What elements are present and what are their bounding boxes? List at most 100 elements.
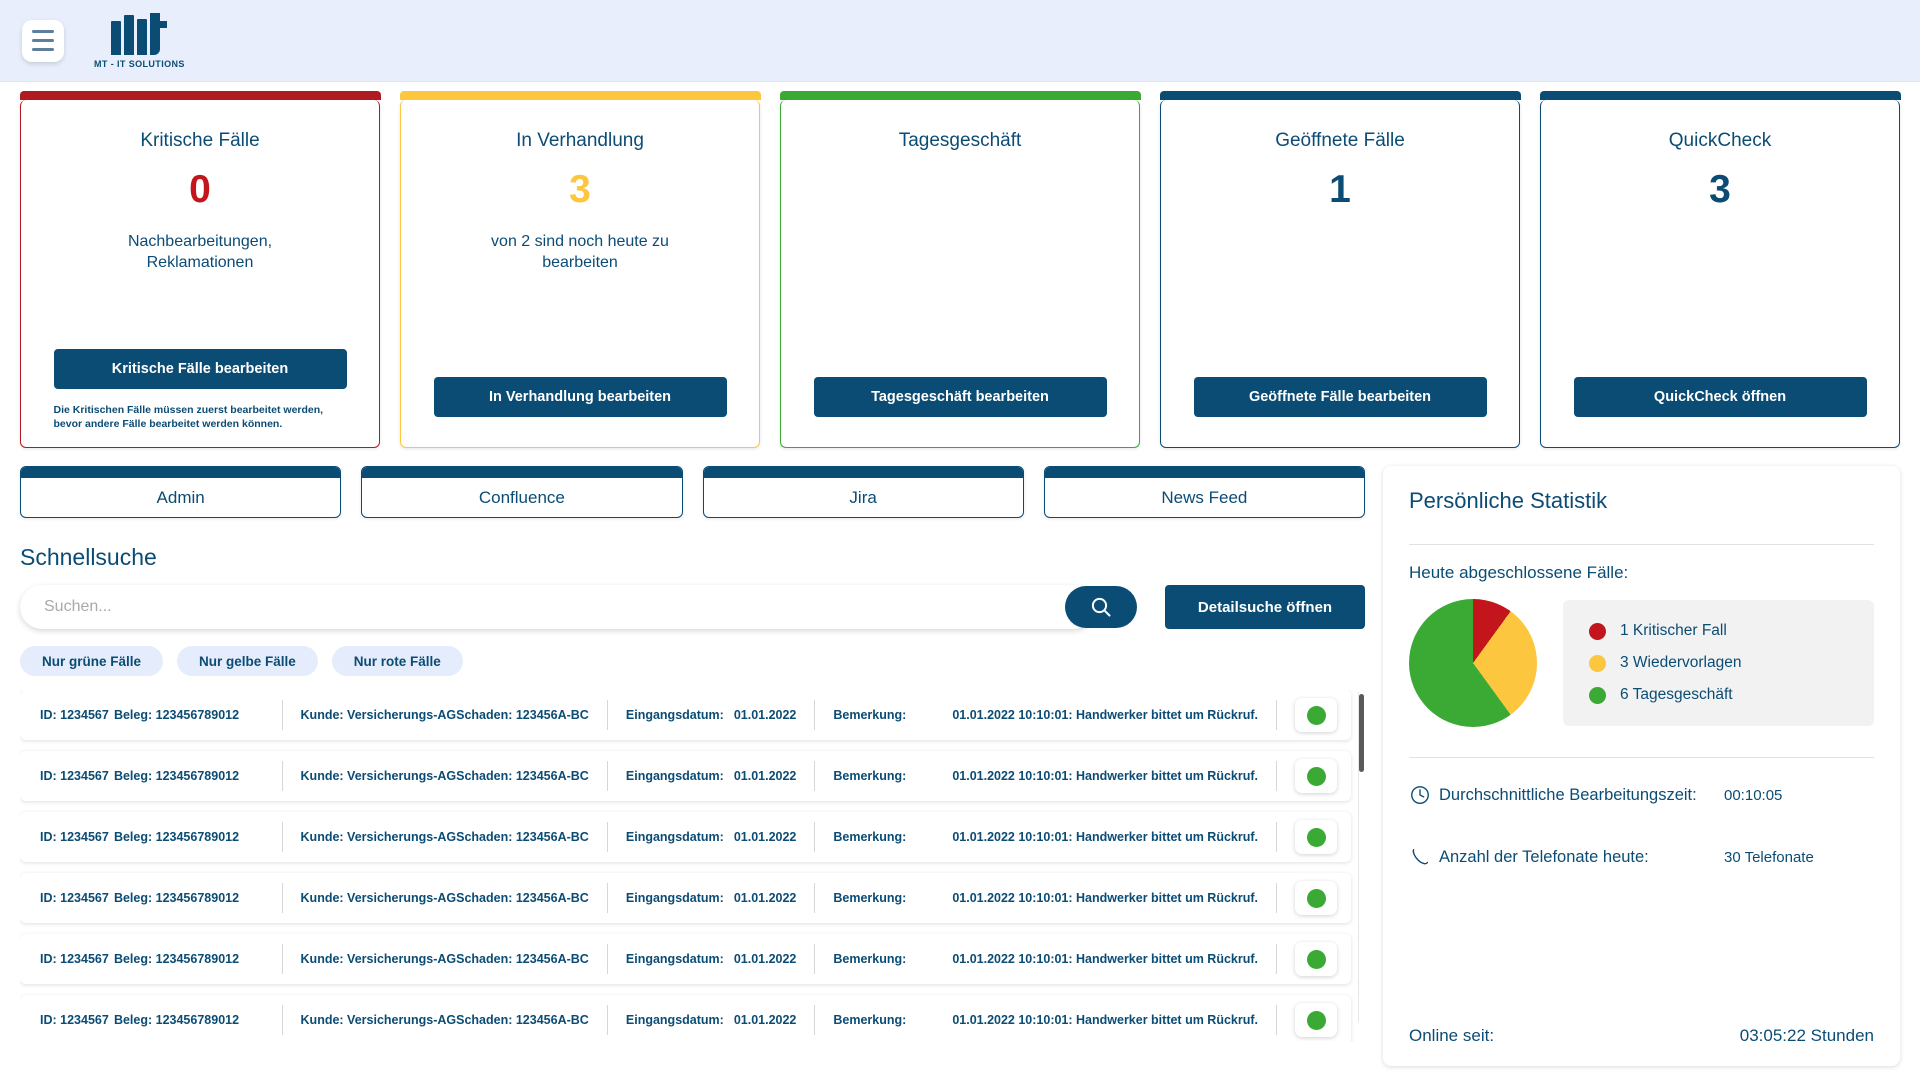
dashboard-page: MT - IT SOLUTIONS Kritische Fälle 0 Nach… — [0, 0, 1920, 1080]
results-list[interactable]: ID: 1234567 Beleg: 123456789012 Kunde: V… — [20, 690, 1365, 1042]
cell-bemerkung: 01.01.2022 10:10:01: Handwerker bittet u… — [952, 1013, 1258, 1027]
logo-wordmark: MT - IT SOLUTIONS — [94, 58, 185, 69]
status-badge[interactable] — [1295, 1003, 1337, 1037]
legend-item: 1 Kritischer Fall — [1589, 622, 1848, 640]
nav-button-confluence[interactable]: Confluence — [361, 466, 683, 518]
cell-kunde: Kunde: Versicherungs-AG — [300, 952, 457, 966]
cell-eingangsdatum: 01.01.2022 — [733, 830, 797, 844]
cell-bemerkung-label: Bemerkung: — [833, 769, 907, 783]
hamburger-menu-icon[interactable] — [22, 19, 64, 62]
kritische-faelle-bearbeiten-button[interactable]: Kritische Fälle bearbeiten — [53, 348, 347, 389]
cell-bemerkung-label: Bemerkung: — [833, 891, 907, 905]
search-input[interactable] — [20, 585, 1095, 629]
filter-chip-rote-faelle[interactable]: Nur rote Fälle — [331, 646, 463, 676]
status-badge[interactable] — [1295, 698, 1337, 732]
right-column: Persönliche Statistik Heute abgeschlosse… — [1383, 466, 1900, 1066]
tagesgeschaeft-bearbeiten-button[interactable]: Tagesgeschäft bearbeiten — [813, 377, 1107, 417]
cell-bemerkung-label: Bemerkung: — [833, 952, 907, 966]
app-header: MT - IT SOLUTIONS — [0, 0, 1920, 82]
card-kritische-faelle: Kritische Fälle 0 Nachbearbeitungen, Rek… — [19, 91, 381, 448]
cell-divider — [281, 761, 283, 791]
cell-id: ID: 1234567 — [40, 708, 109, 722]
cell-schaden: Schaden: 123456A-BC — [456, 1013, 589, 1027]
detailsuche-oeffnen-button[interactable]: Detailsuche öffnen — [1165, 585, 1365, 629]
nav-button-admin[interactable]: Admin — [20, 466, 342, 518]
nav-button-jira[interactable]: Jira — [702, 466, 1024, 518]
cell-eingangsdatum: 01.01.2022 — [733, 891, 797, 905]
status-badge[interactable] — [1295, 759, 1337, 793]
stat-label: Anzahl der Telefonate heute: — [1439, 847, 1649, 866]
logo-bar — [124, 14, 135, 55]
cell-schaden: Schaden: 123456A-BC — [456, 952, 589, 966]
card-tagesgeschaeft: Tagesgeschäft Tagesgeschäft bearbeiten — [779, 91, 1141, 448]
status-badge[interactable] — [1295, 820, 1337, 854]
filter-chip-gruene-faelle[interactable]: Nur grüne Fälle — [20, 646, 164, 676]
cell-divider — [814, 761, 816, 791]
legend-color-swatch — [1589, 686, 1606, 704]
cell-kunde: Kunde: Versicherungs-AG — [300, 708, 457, 722]
stat-row-telefonate: Anzahl der Telefonate heute: 30 Telefona… — [1409, 846, 1874, 868]
cell-beleg: Beleg: 123456789012 — [113, 1013, 240, 1027]
cell-bemerkung: 01.01.2022 10:10:01: Handwerker bittet u… — [952, 769, 1258, 783]
table-row[interactable]: ID: 1234567 Beleg: 123456789012 Kunde: V… — [20, 812, 1351, 862]
cell-divider — [606, 944, 608, 974]
legend-label: 3 Wiedervorlagen — [1620, 654, 1742, 671]
cell-kunde: Kunde: Versicherungs-AG — [300, 769, 457, 783]
pie-chart — [1409, 599, 1537, 727]
status-dot-green — [1306, 888, 1326, 908]
cell-divider — [814, 822, 816, 852]
cell-schaden: Schaden: 123456A-BC — [456, 708, 589, 722]
geoeffnete-faelle-bearbeiten-button[interactable]: Geöffnete Fälle bearbeiten — [1193, 377, 1487, 417]
filter-chip-gelbe-faelle[interactable]: Nur gelbe Fälle — [177, 646, 318, 676]
table-row[interactable]: ID: 1234567 Beleg: 123456789012 Kunde: V… — [20, 873, 1351, 923]
logo-mark-icon — [111, 12, 168, 55]
cell-bemerkung-label: Bemerkung: — [833, 1013, 907, 1027]
cell-eingangsdatum-label: Eingangsdatum: — [625, 1013, 724, 1027]
in-verhandlung-bearbeiten-button[interactable]: In Verhandlung bearbeiten — [433, 377, 727, 417]
cell-beleg: Beleg: 123456789012 — [113, 891, 240, 905]
card-note: Die Kritischen Fälle müssen zuerst bearb… — [53, 403, 324, 430]
persoenliche-statistik-panel: Persönliche Statistik Heute abgeschlosse… — [1383, 466, 1900, 1066]
divider — [1409, 757, 1874, 758]
cell-divider — [1276, 883, 1277, 913]
status-badge[interactable] — [1295, 881, 1337, 915]
results-list-container: ID: 1234567 Beleg: 123456789012 Kunde: V… — [20, 690, 1365, 1042]
cell-kunde: Kunde: Versicherungs-AG — [300, 830, 457, 844]
logo-t-glyph — [150, 12, 168, 55]
cell-schaden: Schaden: 123456A-BC — [456, 891, 589, 905]
card-title: QuickCheck — [1668, 130, 1772, 151]
cell-beleg: Beleg: 123456789012 — [113, 830, 240, 844]
card-in-verhandlung: In Verhandlung 3 von 2 sind noch heute z… — [399, 91, 761, 448]
logo-bar — [111, 20, 122, 55]
card-accent-bar — [779, 91, 1141, 100]
search-button[interactable] — [1065, 586, 1137, 628]
status-dot-green — [1306, 705, 1326, 725]
cell-divider — [281, 822, 283, 852]
pie-chart-legend: 1 Kritischer Fall 3 Wiedervorlagen 6 Tag… — [1563, 600, 1874, 726]
cell-divider — [1276, 822, 1277, 852]
card-title: Tagesgeschäft — [898, 130, 1022, 151]
status-badge[interactable] — [1295, 942, 1337, 976]
cell-beleg: Beleg: 123456789012 — [113, 952, 240, 966]
card-count: 3 — [569, 168, 591, 211]
nav-button-news-feed[interactable]: News Feed — [1043, 466, 1365, 518]
results-scrollbar[interactable] — [1358, 692, 1365, 1022]
status-dot-green — [1306, 827, 1326, 847]
cell-kunde: Kunde: Versicherungs-AG — [300, 1013, 457, 1027]
table-row[interactable]: ID: 1234567 Beleg: 123456789012 Kunde: V… — [20, 690, 1351, 740]
table-row[interactable]: ID: 1234567 Beleg: 123456789012 Kunde: V… — [20, 751, 1351, 801]
cell-divider — [1276, 944, 1277, 974]
cell-divider — [281, 883, 283, 913]
quickcheck-oeffnen-button[interactable]: QuickCheck öffnen — [1573, 377, 1867, 417]
search-icon — [1091, 597, 1111, 617]
status-dot-green — [1306, 1010, 1326, 1030]
cell-divider — [1276, 700, 1277, 730]
cell-eingangsdatum-label: Eingangsdatum: — [625, 708, 724, 722]
cell-divider — [606, 883, 608, 913]
cell-kunde: Kunde: Versicherungs-AG — [300, 891, 457, 905]
table-row[interactable]: ID: 1234567 Beleg: 123456789012 Kunde: V… — [20, 995, 1351, 1042]
table-row[interactable]: ID: 1234567 Beleg: 123456789012 Kunde: V… — [20, 934, 1351, 984]
scrollbar-thumb[interactable] — [1359, 694, 1364, 772]
cell-bemerkung: 01.01.2022 10:10:01: Handwerker bittet u… — [952, 952, 1258, 966]
app-logo: MT - IT SOLUTIONS — [94, 12, 185, 69]
